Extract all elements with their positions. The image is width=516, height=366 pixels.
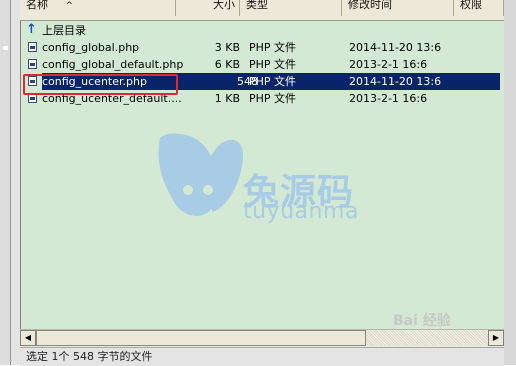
file-type: PHP 文件 <box>249 92 297 105</box>
scroll-right-button[interactable]: ▶ <box>488 330 504 346</box>
file-row-config-global[interactable]: config_global.php 3 KB PHP 文件 2014-11-20… <box>20 39 504 56</box>
horizontal-scrollbar[interactable]: ◀ ▶ <box>20 329 504 347</box>
file-name: config_global.php <box>42 41 140 54</box>
left-edge <box>0 0 11 365</box>
status-bar: 选定 1个 548 字节的文件 <box>20 347 504 366</box>
file-date: 2013-2-1 16:6 <box>349 58 428 71</box>
file-date: 2014-11-20 13:6 <box>349 41 442 54</box>
column-type-label: 类型 <box>246 0 268 11</box>
column-name[interactable]: 名称 ^ <box>20 0 176 16</box>
status-text: 选定 1个 548 字节的文件 <box>26 350 153 363</box>
php-file-icon <box>28 59 37 69</box>
scroll-left-button[interactable]: ◀ <box>20 330 36 346</box>
file-size: 6 KB <box>214 58 240 71</box>
right-edge <box>504 0 516 365</box>
column-name-label: 名称 <box>26 0 48 11</box>
sort-arrow-icon: ^ <box>65 1 74 11</box>
file-size: 3 KB <box>214 41 240 54</box>
parent-dir-row[interactable]: ↑ 上层目录 <box>20 22 504 39</box>
parent-dir-label: 上层目录 <box>42 24 86 37</box>
column-perms-label: 权限 <box>460 0 482 11</box>
edge-mark <box>3 46 8 50</box>
column-perms[interactable]: 权限 <box>454 0 504 16</box>
file-type: PHP 文件 <box>249 41 297 54</box>
watermark-subtitle: tuyuanma <box>243 199 359 224</box>
file-date: 2013-2-1 16:6 <box>349 92 428 105</box>
column-type[interactable]: 类型 <box>240 0 342 16</box>
file-size: 1 KB <box>214 92 240 105</box>
php-file-icon <box>28 42 37 52</box>
column-size[interactable]: 大小 <box>176 0 240 16</box>
scroll-thumb[interactable] <box>36 330 366 346</box>
file-date: 2014-11-20 13:6 <box>349 75 442 88</box>
column-modified-label: 修改时间 <box>348 0 392 11</box>
red-highlight-annotation <box>23 74 178 95</box>
file-type: PHP 文件 <box>249 58 297 71</box>
file-type: PHP 文件 <box>249 75 297 88</box>
file-row-config-global-default[interactable]: config_global_default.php 6 KB PHP 文件 20… <box>20 56 504 73</box>
corner-watermark: Bai 经验 <box>393 313 451 329</box>
column-size-label: 大小 <box>213 0 235 11</box>
up-folder-icon: ↑ <box>26 22 37 37</box>
column-modified[interactable]: 修改时间 <box>342 0 454 16</box>
column-header: 名称 ^ 大小 类型 修改时间 权限 <box>20 0 504 21</box>
file-name: config_global_default.php <box>42 58 184 71</box>
